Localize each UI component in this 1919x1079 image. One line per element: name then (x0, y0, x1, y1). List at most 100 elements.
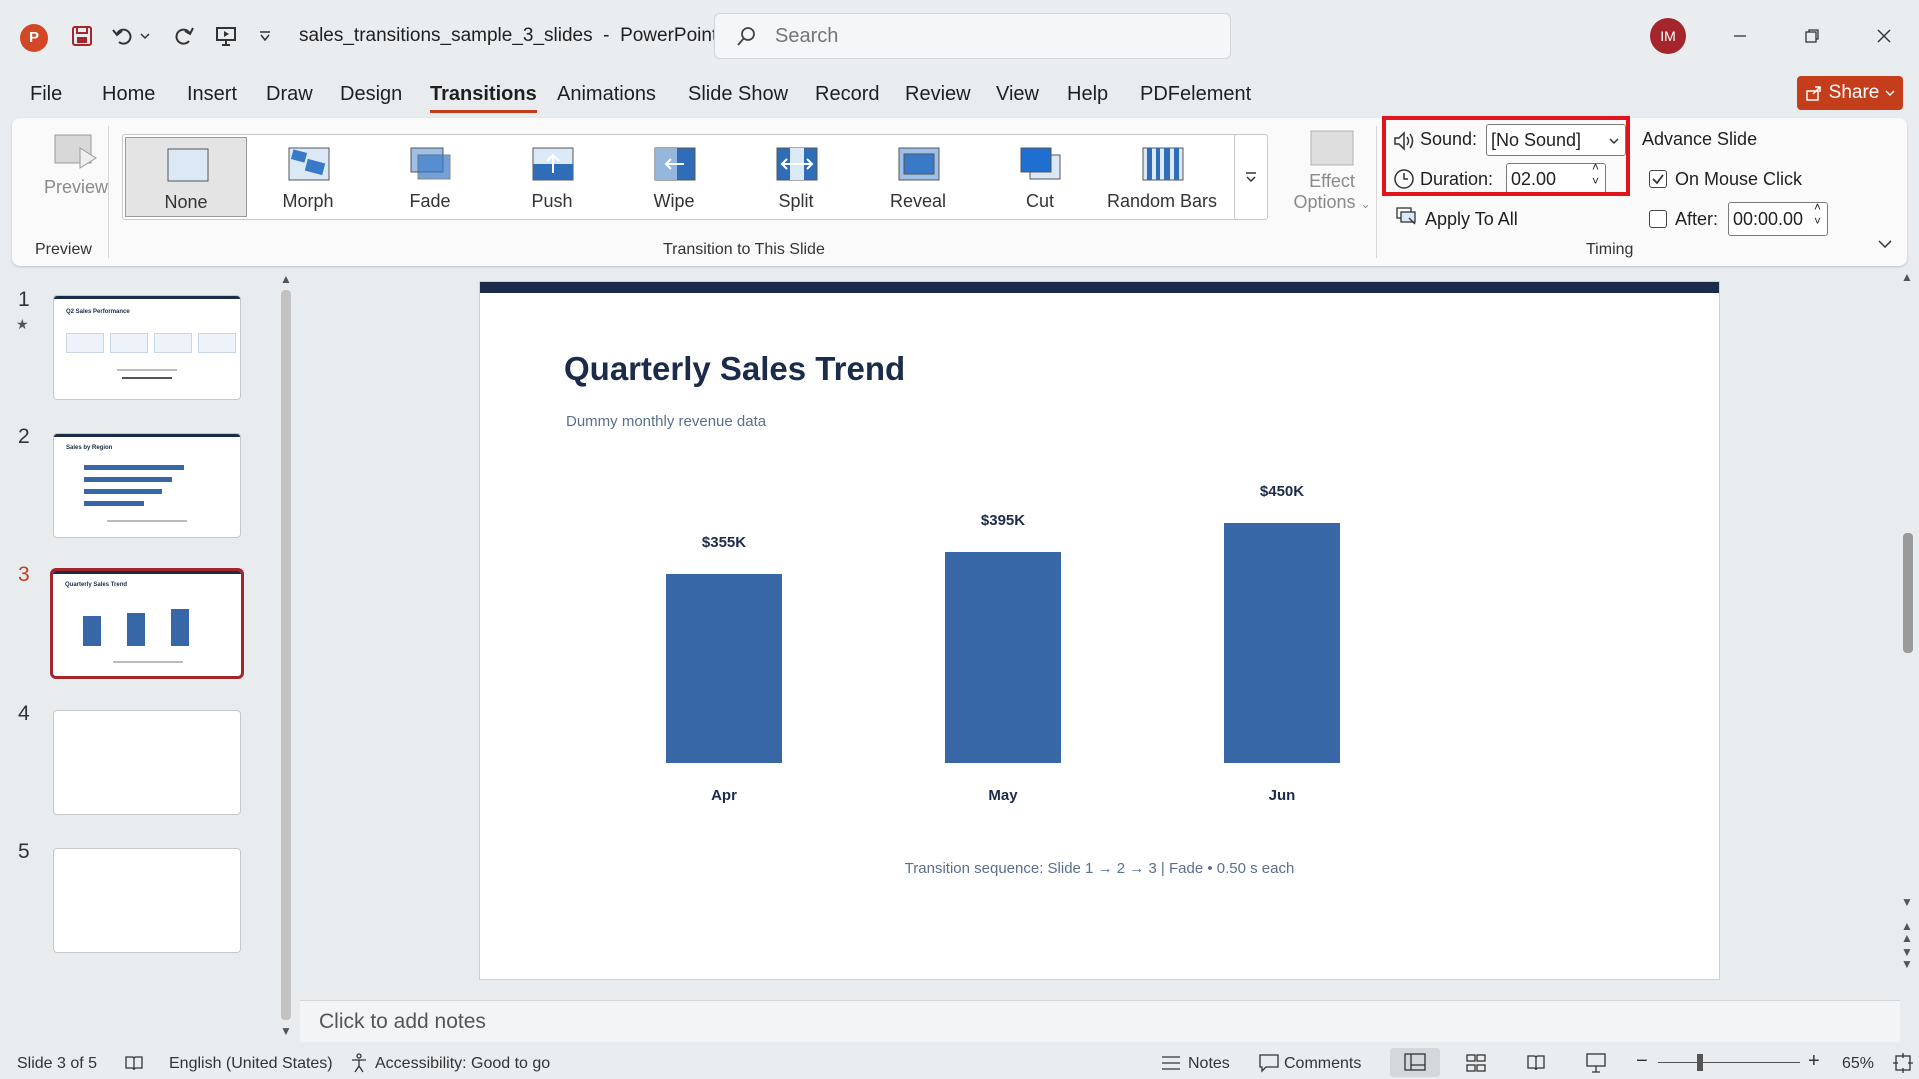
after-time-stepper[interactable]: 00:00.00 ˄ ˅ (1728, 200, 1828, 236)
zoom-in-button[interactable]: + (1808, 1050, 1820, 1073)
effect-options-button[interactable]: Effect Options ⌄ (1282, 130, 1382, 226)
slide-thumbnail-5[interactable] (53, 848, 241, 953)
avatar[interactable]: IM (1650, 18, 1686, 54)
notes-pane[interactable]: Click to add notes (300, 1000, 1900, 1042)
tab-draw[interactable]: Draw (266, 83, 313, 106)
chart-data-label: $395K (980, 512, 1026, 530)
slide-thumbnail-2[interactable]: Sales by Region (53, 433, 241, 538)
comments-icon (1259, 1054, 1279, 1073)
scroll-up-arrow-icon[interactable]: ▲ (1901, 270, 1913, 284)
notes-placeholder[interactable]: Click to add notes (319, 1010, 486, 1034)
comments-button[interactable]: Comments (1284, 1055, 1361, 1073)
tab-home[interactable]: Home (102, 83, 155, 106)
gallery-more-button[interactable] (1234, 134, 1268, 220)
language[interactable]: English (United States) (169, 1055, 333, 1073)
slide-thumbnail-3[interactable]: Quarterly Sales Trend (50, 568, 244, 679)
split-transition-icon (776, 147, 818, 181)
tab-animations[interactable]: Animations (557, 83, 656, 106)
thumbnail-title: Sales by Region (66, 445, 113, 451)
after-checkbox[interactable] (1649, 210, 1667, 228)
tab-slide-show[interactable]: Slide Show (688, 83, 788, 106)
scroll-thumb[interactable] (1903, 533, 1913, 653)
slide-sorter-icon[interactable] (1466, 1053, 1486, 1073)
transition-cut[interactable]: Cut (979, 137, 1101, 217)
accessibility-status[interactable]: Accessibility: Good to go (375, 1055, 550, 1073)
slide-thumbnail-4[interactable] (53, 710, 241, 815)
transition-fade[interactable]: Fade (369, 137, 491, 217)
restore-icon[interactable] (1792, 18, 1832, 54)
zoom-level[interactable]: 65% (1842, 1055, 1874, 1073)
tab-help[interactable]: Help (1067, 83, 1108, 106)
reading-view-icon[interactable] (1526, 1053, 1546, 1073)
tab-pdfelement[interactable]: PDFelement (1140, 83, 1251, 106)
transition-morph[interactable]: Morph (247, 137, 369, 217)
scroll-down-arrow-icon[interactable]: ▼ (280, 1024, 292, 1038)
thumbnail-title: Q2 Sales Performance (66, 309, 130, 315)
presentation-start-icon[interactable] (210, 20, 242, 52)
close-icon[interactable] (1864, 18, 1904, 54)
tab-review[interactable]: Review (905, 83, 971, 106)
preview-button[interactable]: Preview (26, 130, 126, 222)
slide-number: 2 (18, 425, 30, 448)
document-title: sales_transitions_sample_3_slides - Powe… (299, 25, 718, 46)
push-transition-icon (532, 147, 574, 181)
next-slide-icon[interactable]: ▼ ▼ (1901, 946, 1913, 970)
sound-duration-highlight (1382, 116, 1630, 196)
transition-wipe[interactable]: Wipe (613, 137, 735, 217)
fit-to-window-icon[interactable] (1892, 1052, 1914, 1074)
share-label: Share (1828, 82, 1880, 103)
transition-none[interactable]: None (125, 137, 247, 217)
slide-thumbnails-pane: 1 ★ Q2 Sales Performance 2 Sales by Regi… (0, 270, 300, 1040)
save-icon[interactable] (66, 20, 98, 52)
zoom-slider[interactable] (1658, 1062, 1800, 1063)
share-button[interactable]: Share (1797, 76, 1903, 110)
normal-view-icon (1404, 1053, 1426, 1071)
chart-bar-may[interactable] (945, 552, 1061, 763)
slide-show-view-icon[interactable] (1586, 1052, 1606, 1074)
slide-footnote[interactable]: Transition sequence: Slide 1 → 2 → 3 | F… (480, 860, 1719, 877)
slide-scrollbar[interactable]: ▲ ▼ ▲ ▲ ▼ ▼ (1901, 270, 1915, 1040)
redo-icon[interactable] (168, 20, 200, 52)
transition-label: Cut (1025, 191, 1054, 211)
effect-options-label: Effect (1309, 171, 1355, 191)
tab-view[interactable]: View (996, 83, 1039, 106)
tab-record[interactable]: Record (815, 83, 879, 106)
on-mouse-click-checkbox[interactable] (1649, 170, 1667, 188)
transition-split[interactable]: Split (735, 137, 857, 217)
search-input[interactable] (775, 23, 1215, 49)
slide-thumbnail-1[interactable]: Q2 Sales Performance (53, 295, 241, 400)
transition-reveal[interactable]: Reveal (857, 137, 979, 217)
scroll-down-arrow-icon[interactable]: ▼ (1901, 895, 1913, 909)
normal-view-button[interactable] (1390, 1048, 1440, 1077)
chart-bar-apr[interactable] (666, 573, 782, 763)
thumbnails-scrollbar[interactable] (281, 290, 291, 1020)
slide-number: 3 (18, 563, 30, 586)
spinner-arrows-icon[interactable]: ˄ ˅ (1814, 200, 1821, 228)
zoom-slider-thumb[interactable] (1697, 1054, 1703, 1071)
search-box[interactable] (714, 13, 1231, 59)
scroll-up-arrow-icon[interactable]: ▲ (280, 272, 292, 286)
divider (108, 126, 109, 258)
spell-check-icon[interactable] (124, 1053, 144, 1073)
collapse-ribbon-icon[interactable] (1878, 239, 1892, 249)
notes-button[interactable]: Notes (1188, 1055, 1230, 1073)
zoom-out-button[interactable]: − (1636, 1050, 1648, 1073)
apply-to-all-button[interactable]: Apply To All (1425, 209, 1518, 230)
transition-label: Wipe (653, 191, 695, 211)
after-time-value: 00:00.00 (1733, 209, 1804, 229)
chart-bar-jun[interactable] (1224, 522, 1340, 763)
tab-transitions[interactable]: Transitions (430, 83, 537, 113)
slide-canvas[interactable]: Quarterly Sales Trend Dummy monthly reve… (479, 281, 1720, 980)
transition-random-bars[interactable]: Random Bars (1101, 137, 1223, 217)
tab-file[interactable]: File (30, 83, 62, 106)
tab-insert[interactable]: Insert (187, 83, 237, 106)
customize-qat-icon[interactable] (254, 20, 276, 52)
minimize-icon[interactable] (1720, 18, 1760, 54)
previous-slide-icon[interactable]: ▲ ▲ (1901, 920, 1913, 944)
divider (1376, 126, 1377, 258)
animation-star-icon: ★ (16, 316, 29, 332)
transition-push[interactable]: Push (491, 137, 613, 217)
search-icon (737, 27, 755, 46)
tab-design[interactable]: Design (340, 83, 402, 106)
undo-dropdown-icon[interactable] (136, 20, 154, 52)
